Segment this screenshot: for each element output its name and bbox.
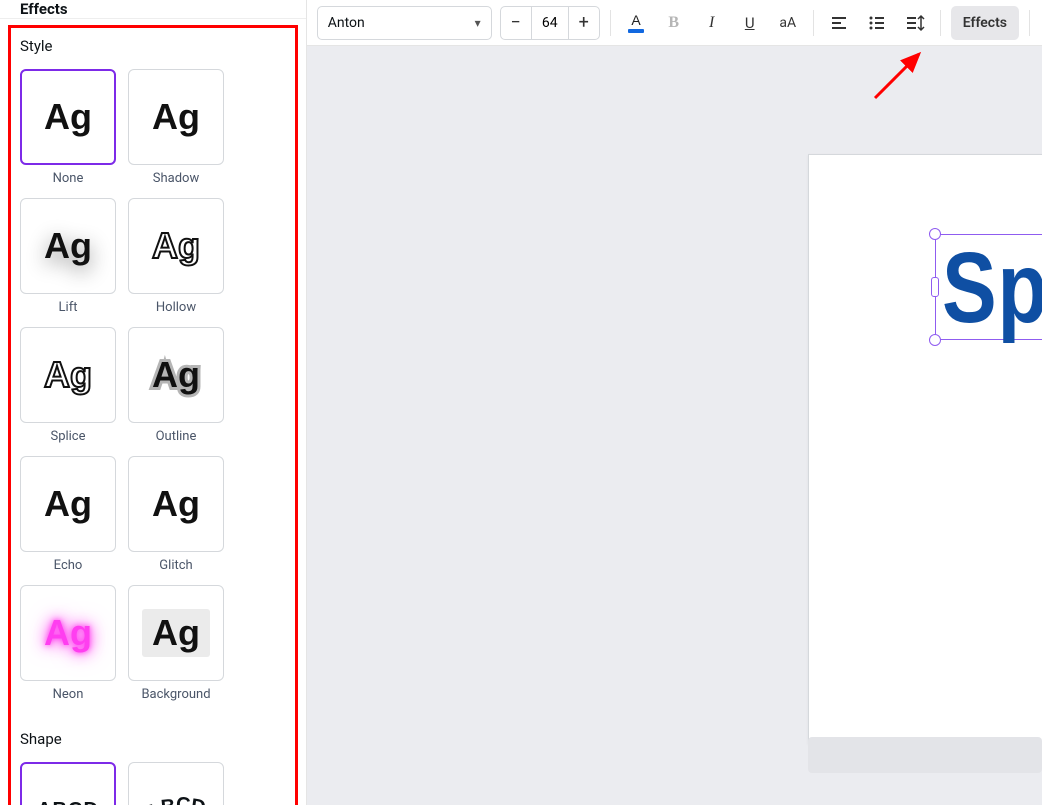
style-label-shadow: Shadow xyxy=(153,171,199,186)
style-tile-hollow[interactable]: Ag xyxy=(128,198,224,294)
style-label-lift: Lift xyxy=(59,300,78,315)
italic-button[interactable]: I xyxy=(697,6,727,40)
style-tile-neon[interactable]: Ag xyxy=(20,585,116,681)
shape-tile-none[interactable]: ABCD xyxy=(20,762,116,805)
alignment-button[interactable] xyxy=(824,6,854,40)
text-toolbar: Anton ▾ − + A B I U xyxy=(307,0,1042,46)
text-case-button[interactable]: aA xyxy=(773,6,803,40)
divider xyxy=(940,10,941,36)
style-tile-shadow[interactable]: Ag xyxy=(128,69,224,165)
style-tile-lift[interactable]: Ag xyxy=(20,198,116,294)
style-tile-none[interactable]: Ag xyxy=(20,69,116,165)
style-label-background: Background xyxy=(141,687,210,702)
style-label-neon: Neon xyxy=(53,687,84,702)
resize-handle-mid-left[interactable] xyxy=(931,277,939,297)
style-section-label: Style xyxy=(20,37,286,55)
list-button[interactable] xyxy=(862,6,892,40)
divider xyxy=(610,10,611,36)
font-size-decrease-button[interactable]: − xyxy=(501,7,531,39)
style-tile-outline[interactable]: Ag xyxy=(128,327,224,423)
canvas[interactable]: Spreads xyxy=(307,46,1042,805)
spacing-icon xyxy=(905,14,925,32)
bold-button[interactable]: B xyxy=(659,6,689,40)
spacing-button[interactable] xyxy=(900,6,930,40)
font-family-select[interactable]: Anton ▾ xyxy=(317,6,492,40)
style-tile-glitch[interactable]: Ag xyxy=(128,456,224,552)
style-label-hollow: Hollow xyxy=(156,300,196,315)
annotation-arrow xyxy=(867,46,937,116)
style-label-outline: Outline xyxy=(156,429,197,444)
text-color-button[interactable]: A xyxy=(621,6,651,40)
chevron-down-icon: ▾ xyxy=(475,16,481,30)
style-tile-echo[interactable]: Ag xyxy=(20,456,116,552)
shape-tile-curve[interactable]: ABCD xyxy=(128,762,224,805)
bullet-list-icon xyxy=(868,14,886,32)
font-size-input[interactable] xyxy=(531,7,569,39)
font-size-stepper: − + xyxy=(500,6,600,40)
style-grid: Ag None Ag Shadow Ag Lift Ag Hollow xyxy=(20,69,286,702)
shape-grid: ABCD None ABCD Curve xyxy=(20,762,286,805)
effects-panel: Effects Style Ag None Ag Shadow Ag Lift xyxy=(0,0,307,805)
resize-handle-bottom-left[interactable] xyxy=(929,334,941,346)
shape-section-label: Shape xyxy=(20,730,286,748)
resize-handle-top-left[interactable] xyxy=(929,228,941,240)
style-label-echo: Echo xyxy=(54,558,83,573)
style-tile-background[interactable]: Ag xyxy=(128,585,224,681)
underline-button[interactable]: U xyxy=(735,6,765,40)
style-label-splice: Splice xyxy=(50,429,85,444)
divider xyxy=(813,10,814,36)
font-size-increase-button[interactable]: + xyxy=(569,7,599,39)
text-element-selection[interactable]: Spreads xyxy=(935,234,1042,340)
style-label-glitch: Glitch xyxy=(159,558,192,573)
text-element-content[interactable]: Spreads xyxy=(942,243,1042,333)
page-footer-bar xyxy=(808,737,1042,773)
style-tile-splice[interactable]: Ag xyxy=(20,327,116,423)
align-left-icon xyxy=(830,14,848,32)
style-label-none: None xyxy=(53,171,84,186)
effects-button[interactable]: Effects xyxy=(951,6,1019,40)
divider xyxy=(1029,10,1030,36)
text-color-icon: A xyxy=(625,12,647,34)
svg-text:A: A xyxy=(631,12,641,28)
font-family-value: Anton xyxy=(328,15,467,31)
panel-title: Effects xyxy=(0,0,306,19)
